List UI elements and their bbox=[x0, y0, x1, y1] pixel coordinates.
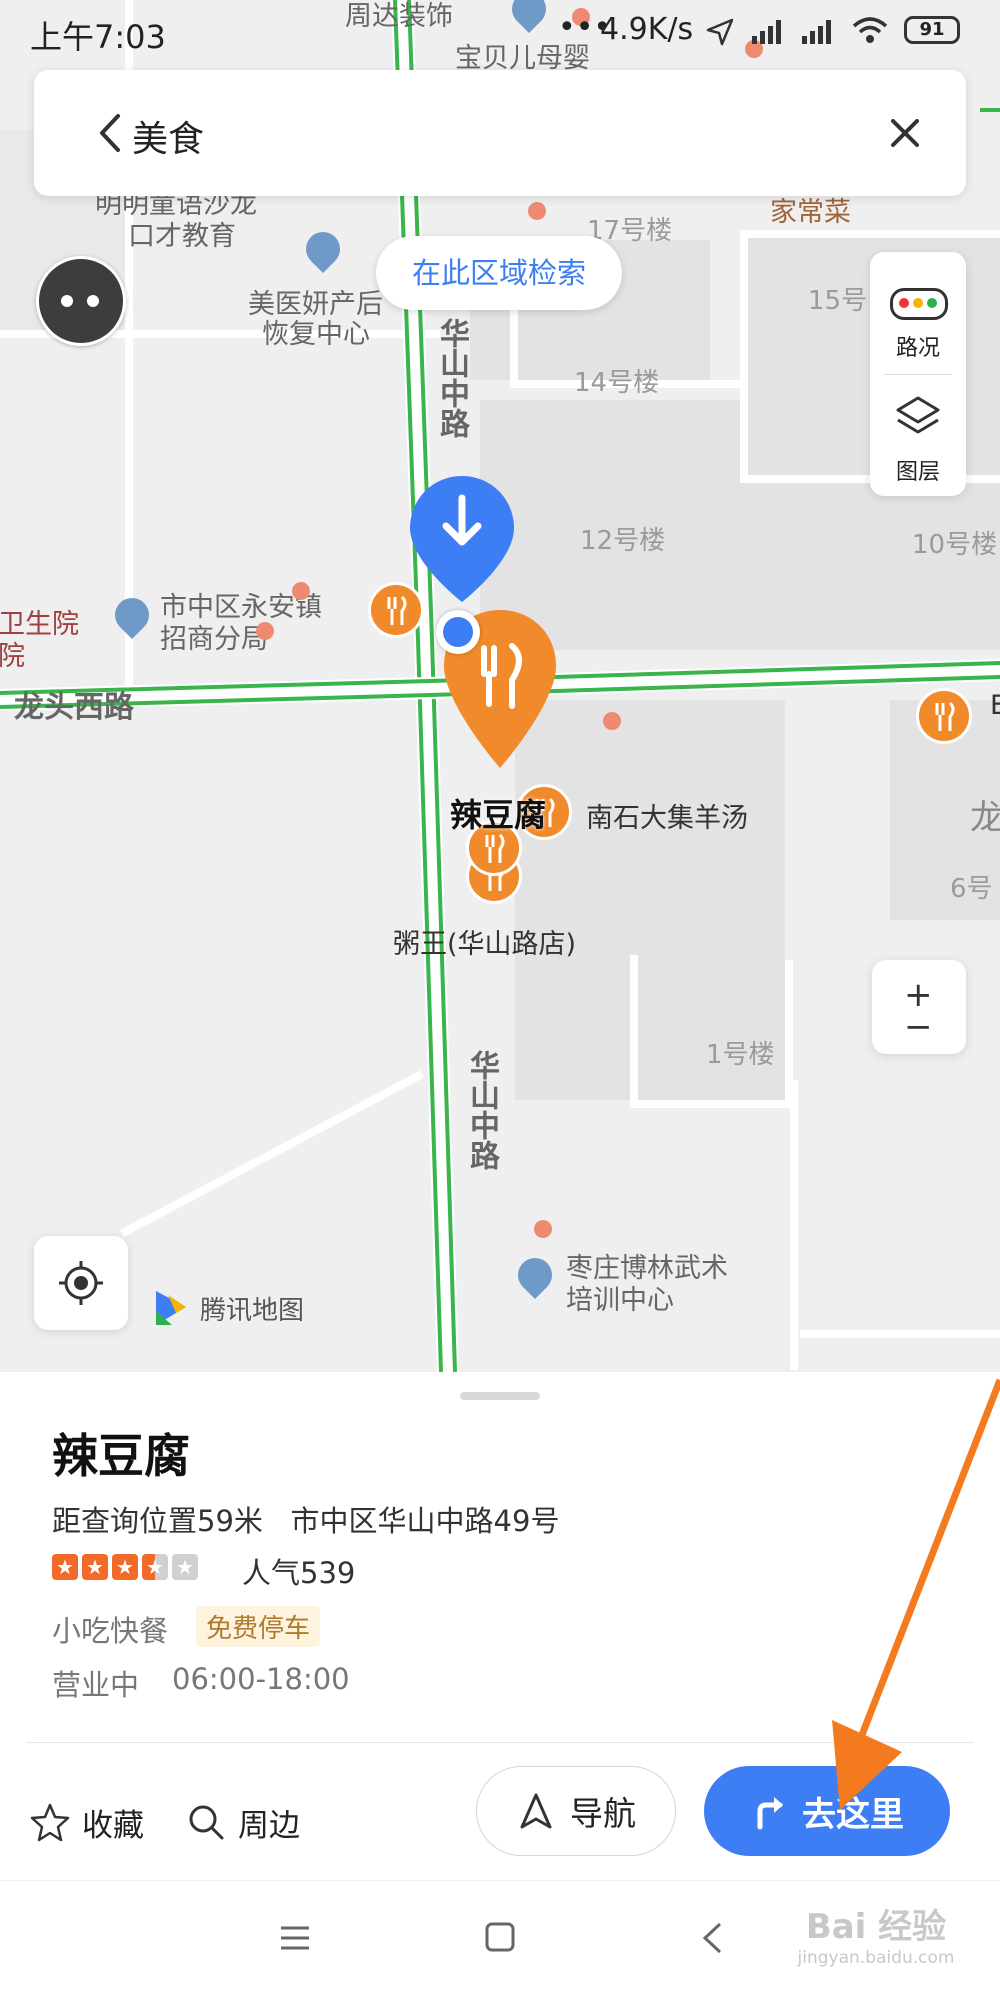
watermark-brand: Bai 经验 bbox=[805, 1907, 947, 1947]
watermark: Bai 经验 jingyan.baidu.com bbox=[766, 1899, 986, 1968]
annotation-arrow bbox=[832, 1378, 1000, 1810]
home-icon[interactable] bbox=[484, 1921, 516, 1953]
back-nav-icon[interactable] bbox=[700, 1921, 724, 1955]
menu-icon[interactable] bbox=[278, 1923, 312, 1953]
watermark-url: jingyan.baidu.com bbox=[797, 1948, 955, 1968]
system-nav-bar: Bai 经验 jingyan.baidu.com bbox=[0, 1880, 1000, 2001]
